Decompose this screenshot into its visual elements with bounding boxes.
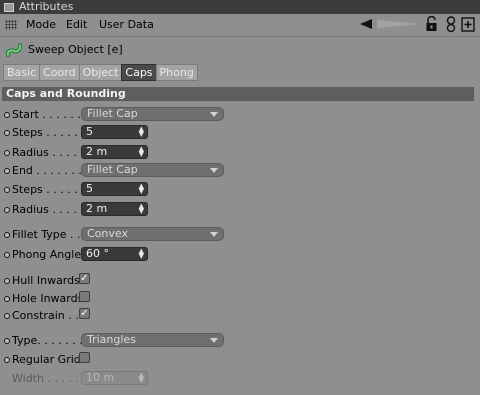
animation-bullet-icon[interactable] bbox=[4, 207, 10, 213]
chevron-down-icon bbox=[210, 338, 218, 343]
animation-bullet-icon[interactable] bbox=[4, 112, 10, 118]
steps-start-label: Steps . . . . . . . bbox=[12, 126, 92, 139]
object-title: Sweep Object [e] bbox=[28, 43, 123, 56]
window-titlebar: Attributes bbox=[0, 0, 480, 14]
chevron-down-icon bbox=[210, 168, 218, 173]
hole-inwards-checkbox[interactable] bbox=[79, 291, 90, 302]
row-regular-grid: Regular Grid bbox=[0, 351, 480, 368]
radius-start-label: Radius . . . . . . bbox=[12, 146, 91, 159]
steps-end-value: 5 bbox=[86, 182, 93, 195]
hole-inwards-label: Hole Inwards bbox=[12, 292, 84, 305]
spinner-icon[interactable]: ▲ ▼ bbox=[139, 146, 144, 158]
regular-grid-checkbox[interactable] bbox=[79, 352, 90, 363]
end-label: End . . . . . . . . bbox=[12, 164, 89, 177]
radius-end-label: Radius . . . . . . bbox=[12, 203, 91, 216]
back-arrow-icon[interactable] bbox=[359, 17, 373, 34]
tab-coord[interactable]: Coord bbox=[39, 64, 80, 81]
tab-basic[interactable]: Basic bbox=[3, 64, 41, 81]
width-input: 10 m ▲ ▼ bbox=[81, 371, 148, 385]
spinner-icon[interactable]: ▲ ▼ bbox=[139, 183, 144, 195]
tab-caps[interactable]: Caps bbox=[121, 64, 157, 81]
radius-start-input[interactable]: 2 m ▲ ▼ bbox=[81, 145, 148, 159]
row-steps-start: Steps . . . . . . . 5 ▲ ▼ bbox=[0, 124, 480, 141]
type-dropdown[interactable]: Triangles bbox=[81, 333, 224, 347]
type-value: Triangles bbox=[87, 333, 136, 346]
radius-end-input[interactable]: 2 m ▲ ▼ bbox=[81, 202, 148, 216]
row-type: Type. . . . . . . . Triangles bbox=[0, 332, 480, 349]
link-icon[interactable] bbox=[445, 16, 457, 36]
start-dropdown[interactable]: Fillet Cap bbox=[81, 107, 224, 121]
tab-object[interactable]: Object bbox=[78, 64, 123, 81]
sweep-object-icon bbox=[5, 41, 23, 62]
row-radius-start: Radius . . . . . . 2 m ▲ ▼ bbox=[0, 144, 480, 161]
row-steps-end: Steps . . . . . . . 5 ▲ ▼ bbox=[0, 181, 480, 198]
tab-phong[interactable]: Phong bbox=[155, 64, 198, 81]
forward-arrow-icon[interactable] bbox=[375, 17, 425, 34]
end-value: Fillet Cap bbox=[87, 163, 138, 176]
row-constrain: Constrain . . . ✓ bbox=[0, 307, 480, 324]
animation-bullet-icon[interactable] bbox=[4, 296, 10, 302]
steps-end-label: Steps . . . . . . . bbox=[12, 183, 92, 196]
spinner-icon[interactable]: ▲ ▼ bbox=[139, 126, 144, 138]
menu-mode[interactable]: Mode bbox=[26, 18, 56, 32]
section-caps-and-rounding: Caps and Rounding bbox=[2, 87, 474, 101]
drag-grip-icon[interactable] bbox=[5, 20, 17, 30]
animation-bullet-icon[interactable] bbox=[4, 187, 10, 193]
radius-end-value: 2 m bbox=[86, 202, 108, 215]
spinner-icon[interactable]: ▲ ▼ bbox=[139, 203, 144, 215]
animation-bullet-icon[interactable] bbox=[4, 338, 10, 344]
fillet-type-dropdown[interactable]: Convex bbox=[81, 227, 224, 241]
row-end: End . . . . . . . . Fillet Cap bbox=[0, 162, 480, 179]
animation-bullet-icon[interactable] bbox=[4, 278, 10, 284]
animation-bullet-icon[interactable] bbox=[4, 130, 10, 136]
row-phong-angle: Phong Angle 60 ° ▲ ▼ bbox=[0, 246, 480, 263]
menu-user-data[interactable]: User Data bbox=[99, 18, 154, 32]
hull-inwards-label: Hull Inwards bbox=[12, 274, 80, 287]
phong-angle-label: Phong Angle bbox=[12, 248, 82, 261]
spinner-icon: ▲ ▼ bbox=[138, 371, 144, 384]
steps-start-input[interactable]: 5 ▲ ▼ bbox=[81, 125, 148, 139]
animation-bullet-icon[interactable] bbox=[4, 252, 10, 258]
phong-angle-value: 60 ° bbox=[86, 247, 109, 260]
row-fillet-type: Fillet Type . . . Convex bbox=[0, 226, 480, 243]
lock-icon[interactable] bbox=[425, 15, 438, 35]
animation-bullet-icon[interactable] bbox=[4, 313, 10, 319]
fillet-type-value: Convex bbox=[87, 227, 128, 240]
width-value: 10 m bbox=[86, 371, 115, 384]
row-width: Width . . . . . . . 10 m ▲ ▼ bbox=[0, 370, 480, 387]
spinner-icon[interactable]: ▲ ▼ bbox=[139, 248, 144, 260]
tab-bar: Basic Coord Object Caps Phong bbox=[3, 64, 198, 81]
window-title: Attributes bbox=[19, 0, 74, 13]
hull-inwards-checkbox[interactable]: ✓ bbox=[79, 273, 90, 284]
fillet-type-label: Fillet Type . . . bbox=[12, 228, 88, 241]
end-dropdown[interactable]: Fillet Cap bbox=[81, 163, 224, 177]
animation-bullet-icon[interactable] bbox=[4, 357, 10, 363]
animation-bullet-icon[interactable] bbox=[4, 232, 10, 238]
constrain-checkbox[interactable]: ✓ bbox=[79, 308, 90, 319]
radius-start-value: 2 m bbox=[86, 145, 108, 158]
regular-grid-label: Regular Grid bbox=[12, 353, 81, 366]
new-panel-icon[interactable] bbox=[461, 17, 475, 35]
animation-bullet-icon[interactable] bbox=[4, 168, 10, 174]
constrain-label: Constrain . . . bbox=[12, 309, 86, 322]
phong-angle-input[interactable]: 60 ° ▲ ▼ bbox=[81, 247, 148, 261]
steps-end-input[interactable]: 5 ▲ ▼ bbox=[81, 182, 148, 196]
animation-bullet-icon[interactable] bbox=[4, 150, 10, 156]
start-value: Fillet Cap bbox=[87, 107, 138, 120]
chevron-down-icon bbox=[210, 232, 218, 237]
menu-bar: Mode Edit User Data bbox=[0, 14, 480, 37]
panel-icon bbox=[4, 3, 14, 12]
row-radius-end: Radius . . . . . . 2 m ▲ ▼ bbox=[0, 201, 480, 218]
type-label: Type. . . . . . . . bbox=[12, 334, 90, 347]
menu-edit[interactable]: Edit bbox=[66, 18, 87, 32]
row-hole-inwards: Hole Inwards bbox=[0, 290, 480, 307]
row-start: Start . . . . . . . . Fillet Cap bbox=[0, 106, 480, 123]
row-hull-inwards: Hull Inwards ✓ bbox=[0, 272, 480, 289]
chevron-down-icon bbox=[210, 112, 218, 117]
steps-start-value: 5 bbox=[86, 125, 93, 138]
